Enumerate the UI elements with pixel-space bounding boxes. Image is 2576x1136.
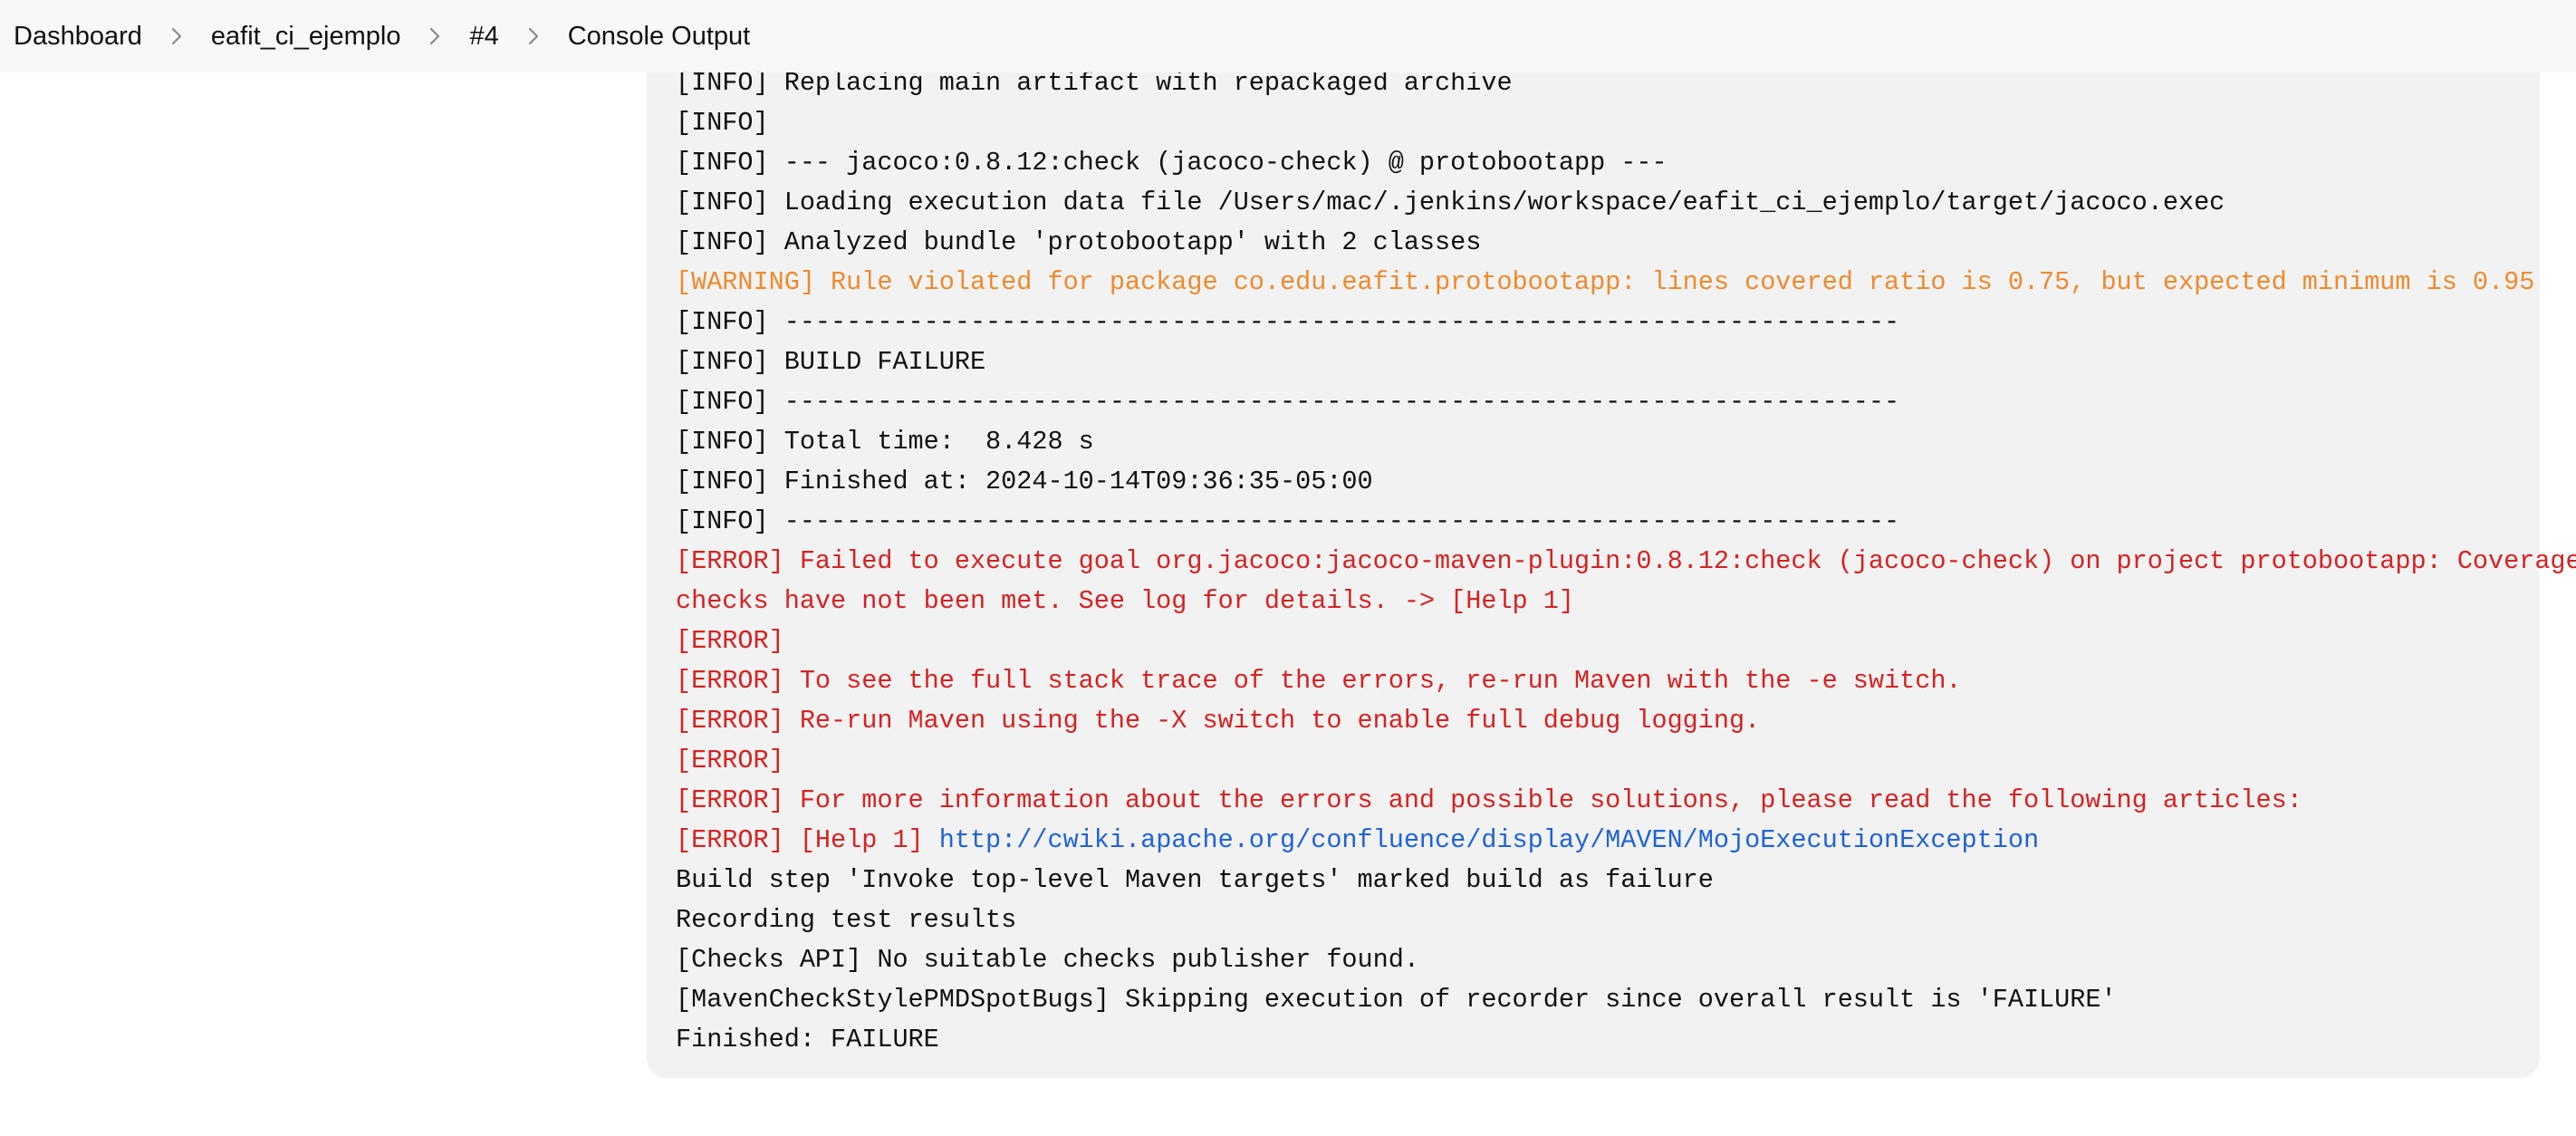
console-line: [ERROR] [Help 1] http://cwiki.apache.org…	[676, 821, 2540, 861]
console-line: [INFO] Finished at: 2024-10-14T09:36:35-…	[676, 462, 2540, 502]
console-line-text: [INFO] Loading execution data file /User…	[676, 188, 2225, 217]
console-line: [ERROR]	[676, 621, 2540, 661]
breadcrumb-build[interactable]: #4	[469, 22, 498, 52]
chevron-right-icon	[400, 26, 469, 46]
console-output: [INFO] Replacing main artifact with repa…	[647, 36, 2576, 1078]
console-line: Finished: FAILURE	[676, 1020, 2540, 1060]
console-line-text: [INFO] Finished at: 2024-10-14T09:36:35-…	[676, 467, 1373, 496]
breadcrumb-console-output[interactable]: Console Output	[568, 22, 751, 52]
console-line-text: Recording test results	[676, 905, 1017, 935]
breadcrumb: Dashboard eafit_ci_ejemplo #4 Console Ou…	[0, 0, 2576, 72]
console-line: [ERROR]	[676, 741, 2540, 781]
console-line-text: [INFO] ---------------------------------…	[676, 307, 1900, 337]
console-line: [ERROR] Re-run Maven using the -X switch…	[676, 701, 2540, 741]
console-line-text: Build step 'Invoke top-level Maven targe…	[676, 865, 1714, 895]
chevron-right-icon	[499, 26, 568, 46]
console-line: [WARNING] Rule violated for package co.e…	[676, 263, 2540, 303]
console-line-text: [MavenCheckStylePMDSpotBugs] Skipping ex…	[676, 985, 2117, 1015]
console-lines: [INFO] Replacing main artifact with repa…	[676, 63, 2576, 1060]
console-line-text: [ERROR] To see the full stack trace of t…	[676, 666, 1962, 696]
console-line: [INFO] ---------------------------------…	[676, 382, 2540, 422]
console-line: [ERROR] For more information about the e…	[676, 781, 2540, 821]
console-line: [INFO] ---------------------------------…	[676, 502, 2540, 542]
console-line: [MavenCheckStylePMDSpotBugs] Skipping ex…	[676, 980, 2540, 1020]
console-line: [ERROR] To see the full stack trace of t…	[676, 661, 2540, 701]
breadcrumb-job[interactable]: eafit_ci_ejemplo	[211, 22, 401, 52]
console-line-text: [ERROR]	[676, 626, 784, 656]
console-line-text: [ERROR] Re-run Maven using the -X switch…	[676, 706, 1761, 736]
chevron-right-icon	[142, 26, 211, 46]
console-line: [INFO] --- jacoco:0.8.12:check (jacoco-c…	[676, 143, 2540, 183]
console-line: [Checks API] No suitable checks publishe…	[676, 940, 2540, 980]
console-line: [INFO] Analyzed bundle 'protobootapp' wi…	[676, 223, 2540, 263]
console-line-text: [INFO] Analyzed bundle 'protobootapp' wi…	[676, 227, 1482, 257]
console-line: [INFO] Loading execution data file /User…	[676, 183, 2540, 223]
console-line-text: [ERROR] [Help 1]	[676, 825, 939, 855]
console-line-text: [INFO] ---------------------------------…	[676, 387, 1900, 417]
console-line: [INFO] BUILD FAILURE	[676, 342, 2540, 382]
console-line: [INFO] ---------------------------------…	[676, 303, 2540, 342]
console-line-text: [INFO] BUILD FAILURE	[676, 347, 986, 377]
console-line: Recording test results	[676, 900, 2540, 940]
console-line-text: [ERROR]	[676, 746, 784, 775]
console-line: [INFO] Total time: 8.428 s	[676, 422, 2540, 462]
console-line-text: [WARNING] Rule violated for package co.e…	[676, 267, 2535, 297]
console-line: [ERROR] Failed to execute goal org.jacoc…	[676, 542, 2576, 582]
console-line-text: checks have not been met. See log for de…	[676, 586, 1574, 616]
console-line-text: [INFO]	[676, 108, 769, 138]
console-line-text: [ERROR] Failed to execute goal org.jacoc…	[676, 546, 2576, 576]
console-line-text: [INFO] ---------------------------------…	[676, 506, 1900, 536]
breadcrumb-dashboard[interactable]: Dashboard	[14, 22, 142, 52]
console-line-text: [INFO] --- jacoco:0.8.12:check (jacoco-c…	[676, 148, 1668, 178]
console-line-text: [ERROR] For more information about the e…	[676, 785, 2302, 815]
console-line: checks have not been met. See log for de…	[676, 582, 2540, 621]
help-link[interactable]: http://cwiki.apache.org/confluence/displ…	[939, 825, 2039, 855]
console-line-text: [INFO] Total time: 8.428 s	[676, 427, 1094, 457]
console-line-text: Finished: FAILURE	[676, 1025, 939, 1054]
console-line: [INFO]	[676, 103, 2540, 143]
console-line: Build step 'Invoke top-level Maven targe…	[676, 861, 2540, 900]
console-line-text: [Checks API] No suitable checks publishe…	[676, 945, 1419, 975]
